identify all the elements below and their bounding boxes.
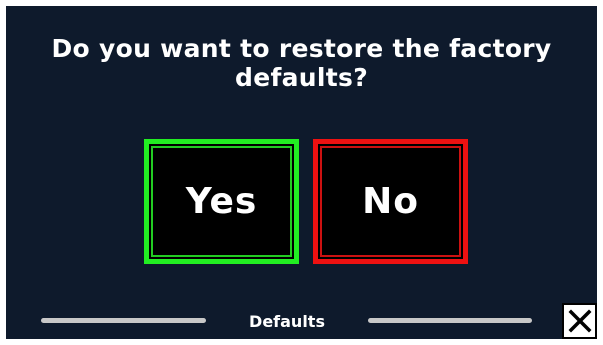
yes-button-label: Yes (185, 181, 258, 222)
footer-divider-left (41, 318, 206, 323)
yes-button[interactable]: Yes (144, 139, 299, 264)
no-button[interactable]: No (313, 139, 468, 264)
close-button[interactable] (562, 303, 597, 339)
footer-title: Defaults (249, 312, 325, 331)
close-icon (568, 309, 591, 333)
footer-divider-right (368, 318, 532, 323)
no-button-label: No (362, 181, 419, 222)
dialog-question-line-1: Do you want to restore the factory (51, 34, 552, 63)
restore-defaults-dialog: Do you want to restore the factory defau… (6, 6, 597, 339)
dialog-question: Do you want to restore the factory defau… (6, 34, 597, 92)
dialog-question-line-2: defaults? (235, 63, 368, 92)
